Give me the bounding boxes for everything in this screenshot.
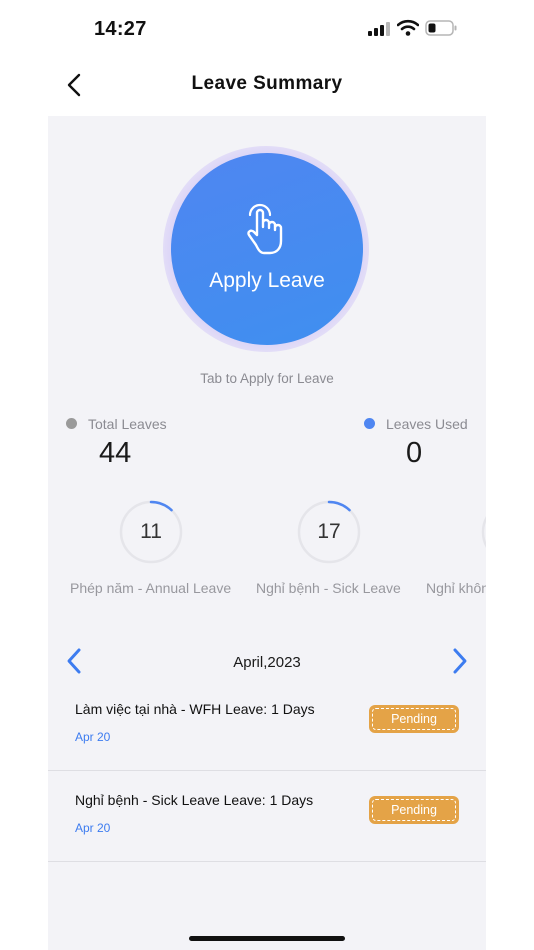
status-badge-label: Pending	[372, 799, 456, 821]
status-bar: 14:27	[0, 0, 534, 58]
leave-type-label: Phép năm - Annual Leave	[70, 580, 232, 596]
leave-summary-panel: Apply Leave Tab to Apply for Leave Total…	[48, 116, 486, 950]
next-month-button[interactable]	[448, 646, 472, 676]
leave-progress-ring	[481, 500, 486, 564]
leaves-used-label: Leaves Used	[386, 416, 468, 432]
leave-request-row[interactable]: Nghỉ bệnh - Sick Leave Leave: 1 Days Apr…	[48, 771, 486, 862]
month-selector: April,2023	[48, 646, 486, 676]
apply-hint: Tab to Apply for Leave	[200, 371, 334, 386]
request-date: Apr 20	[75, 730, 111, 744]
status-badge-label: Pending	[372, 708, 456, 730]
leaves-used-value: 0	[406, 437, 423, 469]
home-indicator[interactable]	[189, 936, 345, 941]
request-title: Nghỉ bệnh - Sick Leave Leave: 1 Days	[75, 792, 314, 808]
total-leaves-value: 44	[99, 437, 132, 469]
battery-icon	[425, 20, 457, 36]
signal-icon	[368, 22, 390, 36]
chevron-right-icon	[453, 648, 467, 674]
leave-type-count: 11	[140, 520, 162, 543]
total-leaves-dot	[66, 418, 77, 429]
nav-bar: Leave Summary	[0, 62, 534, 108]
leave-type-count: 17	[317, 520, 341, 543]
leaves-used-dot	[364, 418, 375, 429]
hand-tap-icon	[247, 203, 283, 255]
leave-types-carousel[interactable]: 11 Phép năm - Annual Leave 17 Nghỉ bệnh …	[48, 500, 486, 600]
month-label: April,2023	[233, 654, 301, 671]
leave-type-label: Nghỉ khôn	[426, 580, 486, 596]
request-title: Làm việc tại nhà - WFH Leave: 1 Days	[75, 701, 315, 717]
status-time: 14:27	[94, 18, 147, 40]
status-badge: Pending	[369, 796, 459, 824]
wifi-icon	[397, 19, 419, 36]
request-date: Apr 20	[75, 821, 111, 835]
leave-request-row[interactable]: Làm việc tại nhà - WFH Leave: 1 Days Apr…	[48, 680, 486, 771]
leave-type-label: Nghỉ bệnh - Sick Leave	[256, 580, 401, 596]
apply-leave-label: Apply Leave	[209, 269, 325, 292]
total-leaves-label: Total Leaves	[88, 416, 167, 432]
page-title: Leave Summary	[191, 73, 343, 94]
status-badge: Pending	[369, 705, 459, 733]
apply-leave-button[interactable]: Apply Leave	[171, 153, 363, 345]
